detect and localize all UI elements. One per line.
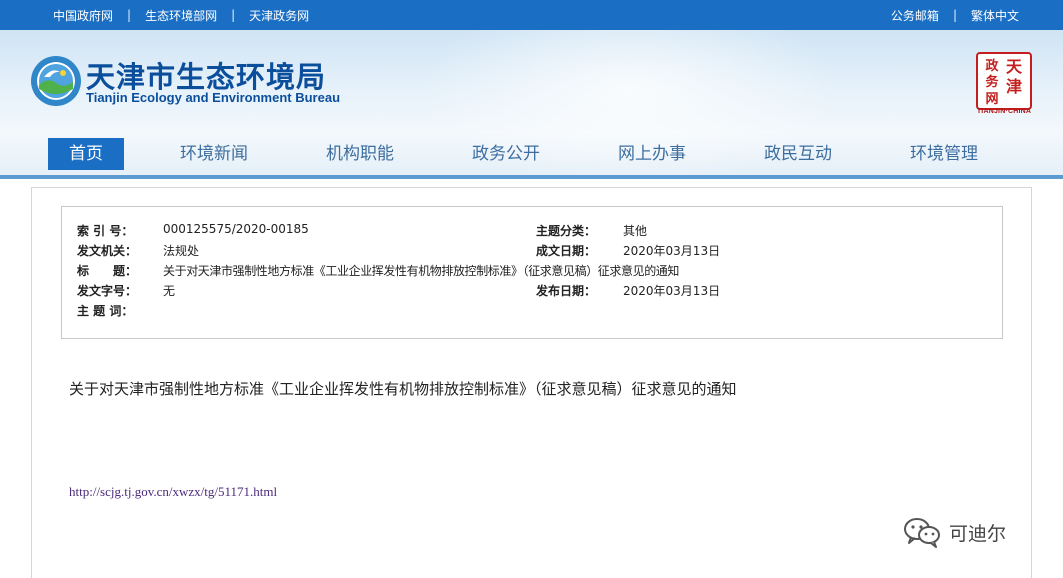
index-no-value: 000125575/2020-00185 <box>163 222 309 236</box>
separator: | <box>127 8 132 22</box>
article-title: 关于对天津市强制性地方标准《工业企业挥发性有机物排放控制标准》（征求意见稿）征求… <box>69 380 737 398</box>
nav-item-public-affairs[interactable]: 政务公开 <box>458 138 554 170</box>
doc-number-label: 发文字号： <box>77 284 138 298</box>
link-official-mail[interactable]: 公务邮箱 <box>891 7 939 24</box>
created-date-value: 2020年03月13日 <box>623 244 721 258</box>
nav-divider <box>0 175 1063 179</box>
wechat-account-name: 可迪尔 <box>949 522 1007 545</box>
link-traditional-chinese[interactable]: 繁体中文 <box>971 7 1019 24</box>
seal-caption: TIANJIN·CHINA <box>976 108 1032 115</box>
wechat-icon <box>904 518 940 548</box>
title-label: 标 题： <box>77 264 138 278</box>
created-date-label: 成文日期： <box>536 244 597 258</box>
article-source-link[interactable]: http://scjg.tj.gov.cn/xwzx/tg/51171.html <box>69 484 277 500</box>
issuer-value: 法规处 <box>163 244 200 258</box>
main-nav: 首页 环境新闻 机构职能 政务公开 网上办事 政民互动 环境管理 <box>0 138 1063 170</box>
category-value: 其他 <box>623 224 648 238</box>
top-utility-bar: 中国政府网 | 生态环境部网 | 天津政务网 公务邮箱 | 繁体中文 <box>0 0 1063 30</box>
tianjin-seal-logo[interactable]: 天 津 政 务 网 <box>976 52 1032 110</box>
link-tj-gov[interactable]: 天津政务网 <box>249 7 309 24</box>
nav-item-home[interactable]: 首页 <box>48 138 124 170</box>
seal-char: 政 <box>985 58 999 74</box>
category-label: 主题分类： <box>536 224 597 238</box>
document-metadata-table: 索 引 号： 000125575/2020-00185 主题分类： 其他 发文机… <box>61 206 1003 339</box>
link-mee[interactable]: 生态环境部网 <box>145 7 217 24</box>
wechat-watermark: 可迪尔 <box>903 514 1006 550</box>
link-gov-cn[interactable]: 中国政府网 <box>53 7 113 24</box>
bureau-emblem-icon[interactable] <box>30 55 82 107</box>
separator: | <box>952 8 957 22</box>
seal-char: 津 <box>1006 77 1022 96</box>
seal-char: 天 <box>1006 57 1023 76</box>
top-links-left: 中国政府网 | 生态环境部网 | 天津政务网 <box>53 0 309 30</box>
nav-item-functions[interactable]: 机构职能 <box>312 138 408 170</box>
nav-item-news[interactable]: 环境新闻 <box>166 138 262 170</box>
title-value: 关于对天津市强制性地方标准《工业企业挥发性有机物排放控制标准》（征求意见稿）征求… <box>163 264 680 278</box>
nav-item-interaction[interactable]: 政民互动 <box>750 138 846 170</box>
separator: | <box>231 8 236 22</box>
nav-item-management[interactable]: 环境管理 <box>896 138 992 170</box>
seal-char: 务 <box>985 74 999 90</box>
published-date-label: 发布日期： <box>536 284 597 298</box>
index-no-label: 索 引 号： <box>77 224 134 238</box>
org-name-en[interactable]: Tianjin Ecology and Environment Bureau <box>86 90 340 105</box>
nav-item-online-services[interactable]: 网上办事 <box>604 138 700 170</box>
published-date-value: 2020年03月13日 <box>623 284 721 298</box>
seal-char: 网 <box>985 92 998 107</box>
issuer-label: 发文机关： <box>77 244 138 258</box>
top-links-right: 公务邮箱 | 繁体中文 <box>891 0 1019 30</box>
keywords-label: 主 题 词： <box>77 304 134 318</box>
doc-number-value: 无 <box>163 284 176 298</box>
